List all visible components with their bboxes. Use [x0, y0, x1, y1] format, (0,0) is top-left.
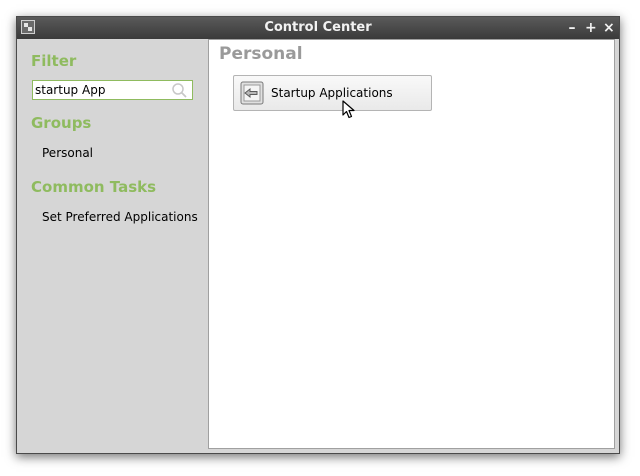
title-bar[interactable]: Control Center – + × — [17, 17, 619, 39]
sidebar: Filter Groups Personal Common Tasks Set … — [17, 39, 208, 453]
groups-heading: Groups — [31, 114, 92, 132]
close-button[interactable]: × — [603, 20, 615, 36]
mouse-pointer-icon — [342, 100, 355, 119]
section-heading-personal: Personal — [219, 44, 303, 64]
task-set-preferred-applications[interactable]: Set Preferred Applications — [42, 210, 198, 224]
startup-applications-icon — [240, 81, 264, 105]
window-controls: – + × — [567, 17, 615, 39]
search-box[interactable] — [32, 80, 193, 100]
minimize-button[interactable]: – — [567, 20, 577, 36]
search-icon[interactable] — [170, 82, 188, 98]
group-item-personal[interactable]: Personal — [42, 146, 93, 160]
main-panel: Personal Startup Applications — [208, 39, 615, 449]
maximize-button[interactable]: + — [585, 20, 597, 36]
filter-heading: Filter — [31, 52, 77, 70]
window-title: Control Center — [264, 20, 372, 35]
control-center-window: Control Center – + × Filter Groups Perso… — [16, 16, 620, 454]
search-input[interactable] — [35, 82, 165, 98]
startup-applications-label: Startup Applications — [271, 86, 393, 100]
startup-applications-launcher[interactable]: Startup Applications — [233, 75, 432, 111]
common-tasks-heading: Common Tasks — [31, 178, 157, 196]
